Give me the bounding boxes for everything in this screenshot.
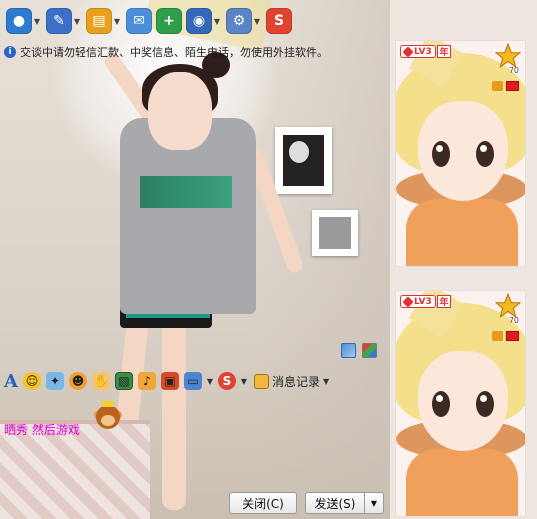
mic-status-icon[interactable] <box>506 81 519 91</box>
level-text: LV3 <box>414 296 432 307</box>
app-settings-button[interactable]: ⚙ ▼ <box>226 5 262 37</box>
small-picture-frame <box>312 210 358 256</box>
send-file-button[interactable]: ▤ ▼ <box>86 5 122 37</box>
send-button[interactable]: 发送(S) <box>305 492 365 514</box>
voice-call-button[interactable]: ✎ ▼ <box>46 5 82 37</box>
message-history-label: 消息记录 <box>272 374 321 389</box>
send-file-icon: ▤ <box>86 8 112 34</box>
security-notice-text: 交谈中请勿轻信汇款、中奖信息、陌生电话，勿使用外挂软件。 <box>20 46 328 59</box>
message-input-area[interactable]: 晒秀 然后游戏 <box>0 397 390 485</box>
screenshot-icon[interactable]: ▭ <box>184 372 202 390</box>
info-icon: i <box>4 46 16 58</box>
video-call-icon: ● <box>6 8 32 34</box>
year-badge: 年 <box>437 295 451 308</box>
self-avatar-panel: LV3 年 70 <box>395 290 526 517</box>
video-call-dropdown-arrow[interactable]: ▼ <box>32 17 42 26</box>
soso-dropdown-arrow[interactable]: ▼ <box>241 372 247 390</box>
voice-call-dropdown-arrow[interactable]: ▼ <box>72 17 82 26</box>
funny-face-icon[interactable]: ☻ <box>69 372 87 390</box>
history-icon <box>254 373 269 389</box>
send-sms-button[interactable]: ✉ <box>126 5 152 37</box>
send-image-icon[interactable]: ▧ <box>115 372 133 390</box>
message-input-text: 晒秀 然后游戏 <box>4 423 80 437</box>
security-notice: i 交谈中请勿轻信汇款、中奖信息、陌生电话，勿使用外挂软件。 <box>4 44 390 60</box>
close-button[interactable]: 关闭(C) <box>229 492 297 514</box>
display-mode-icons <box>341 343 377 358</box>
app-settings-icon: ⚙ <box>226 8 252 34</box>
history-dropdown-arrow: ▼ <box>323 376 330 386</box>
send-options-arrow[interactable]: ▼ <box>364 492 384 514</box>
chat-toolbar: ● ▼ ✎ ▼ ▤ ▼ ✉ + ◉ ▼ ⚙ ▼ S <box>0 0 390 42</box>
gift-icon[interactable]: ▣ <box>161 372 179 390</box>
music-icon[interactable]: ♪ <box>138 372 156 390</box>
portrait-frame <box>275 127 332 194</box>
level-badge: LV3 <box>400 45 436 58</box>
speaker-icon[interactable] <box>492 331 503 341</box>
app-settings-dropdown-arrow[interactable]: ▼ <box>252 17 262 26</box>
voice-call-icon: ✎ <box>46 8 72 34</box>
screenshot-dropdown-arrow[interactable]: ▼ <box>207 372 213 390</box>
remote-assist-dropdown-arrow[interactable]: ▼ <box>212 17 222 26</box>
font-icon[interactable]: A <box>4 371 18 392</box>
mic-status-icon[interactable] <box>506 331 519 341</box>
palette-icon[interactable] <box>362 343 377 358</box>
shake-window-icon[interactable]: ✋ <box>92 372 110 390</box>
create-group-icon: + <box>156 8 182 34</box>
remote-assist-icon: ◉ <box>186 8 212 34</box>
expand-icon[interactable] <box>341 343 356 358</box>
year-badge: 年 <box>437 45 451 58</box>
create-group-button[interactable]: + <box>156 5 182 37</box>
star-number: 70 <box>508 316 519 325</box>
send-sms-icon: ✉ <box>126 8 152 34</box>
right-avatar-column: LV3 年 70 LV3 年 70 <box>390 0 537 519</box>
magic-expression-icon[interactable]: ✦ <box>46 372 64 390</box>
soso-search-icon: S <box>266 8 292 34</box>
soso-search-button[interactable]: S <box>266 5 292 37</box>
level-badge: LV3 <box>400 295 436 308</box>
message-history-button[interactable]: 消息记录 ▼ <box>254 373 329 390</box>
remote-assist-button[interactable]: ◉ ▼ <box>186 5 222 37</box>
level-text: LV3 <box>414 46 432 57</box>
contact-avatar-panel: LV3 年 70 <box>395 40 526 267</box>
star-number: 70 <box>508 66 519 75</box>
input-tools-strip: A ☺ ✦ ☻ ✋ ▧ ♪ ▣ ▭ ▼ S ▼ 消息记录 ▼ <box>4 369 390 393</box>
heart-icon <box>402 45 414 58</box>
soso-icon[interactable]: S <box>218 372 236 390</box>
speaker-icon[interactable] <box>492 81 503 91</box>
monkey-emoticon <box>94 401 122 431</box>
send-file-dropdown-arrow[interactable]: ▼ <box>112 17 122 26</box>
emoticon-icon[interactable]: ☺ <box>23 372 41 390</box>
video-call-button[interactable]: ● ▼ <box>6 5 42 37</box>
heart-icon <box>402 295 414 308</box>
